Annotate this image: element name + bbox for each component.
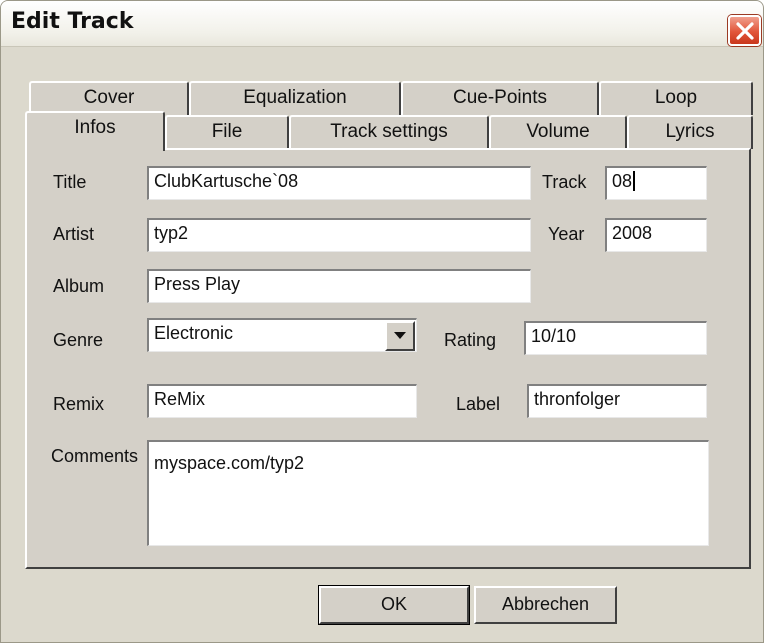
tab-loop[interactable]: Loop	[599, 81, 753, 115]
title-value: ClubKartusche`08	[154, 171, 299, 191]
tab-cue-points[interactable]: Cue-Points	[401, 81, 599, 115]
tab-label: Loop	[654, 87, 698, 108]
title-field[interactable]: ClubKartusche`08	[147, 166, 531, 200]
remix-label: Remix	[53, 394, 105, 414]
tab-file[interactable]: File	[165, 115, 289, 149]
genre-dropdown-button[interactable]	[385, 321, 415, 351]
album-field[interactable]: Press Play	[147, 269, 531, 303]
label-label: Label	[456, 394, 501, 414]
rating-label: Rating	[444, 330, 497, 350]
tab-label: Equalization	[243, 87, 347, 108]
comments-label: Comments	[51, 446, 139, 466]
album-label: Album	[53, 276, 105, 296]
tab-label: Cover	[83, 87, 135, 108]
rating-value: 10/10	[531, 326, 577, 346]
tab-label: File	[211, 121, 243, 142]
tab-label: Track settings	[330, 121, 448, 142]
year-label: Year	[548, 224, 585, 244]
album-value: Press Play	[154, 274, 241, 294]
genre-combobox[interactable]: Electronic	[147, 318, 417, 352]
comments-textarea[interactable]: myspace.com/typ2	[147, 440, 709, 546]
year-field[interactable]: 2008	[605, 218, 707, 252]
track-value: 08	[612, 171, 633, 191]
genre-value: Electronic	[154, 323, 234, 343]
text-caret	[633, 171, 636, 191]
artist-label: Artist	[53, 224, 95, 244]
remix-field[interactable]: ReMix	[147, 384, 417, 418]
tab-volume[interactable]: Volume	[489, 115, 627, 149]
tab-lyrics[interactable]: Lyrics	[627, 115, 753, 149]
tab-label: Lyrics	[665, 121, 715, 142]
tab-infos[interactable]: Infos	[25, 111, 165, 151]
title-bar[interactable]: Edit Track	[1, 1, 763, 47]
label-field[interactable]: thronfolger	[527, 384, 707, 418]
rating-field[interactable]: 10/10	[524, 321, 707, 355]
label-value: thronfolger	[534, 389, 621, 409]
tab-track-settings[interactable]: Track settings	[289, 115, 489, 149]
tab-cover[interactable]: Cover	[29, 81, 189, 115]
remix-value: ReMix	[154, 389, 206, 409]
artist-value: typ2	[154, 223, 189, 243]
window-title: Edit Track	[11, 9, 134, 34]
tab-label: Cue-Points	[453, 87, 547, 108]
chevron-down-icon	[394, 332, 406, 339]
track-field[interactable]: 08	[605, 166, 707, 200]
edit-track-dialog: Edit Track Cover Equalization Cue-Points…	[0, 0, 764, 643]
track-label: Track	[542, 172, 587, 192]
genre-label: Genre	[53, 330, 104, 350]
close-icon	[736, 22, 754, 40]
year-value: 2008	[612, 223, 653, 243]
ok-button[interactable]: OK	[318, 585, 470, 625]
title-label: Title	[53, 172, 87, 192]
tab-equalization[interactable]: Equalization	[189, 81, 401, 115]
close-button[interactable]	[728, 15, 761, 46]
comments-value: myspace.com/typ2	[154, 453, 305, 473]
tab-label: Infos	[74, 117, 116, 138]
cancel-button[interactable]: Abbrechen	[474, 586, 617, 624]
artist-field[interactable]: typ2	[147, 218, 531, 252]
tab-label: Volume	[526, 121, 590, 142]
